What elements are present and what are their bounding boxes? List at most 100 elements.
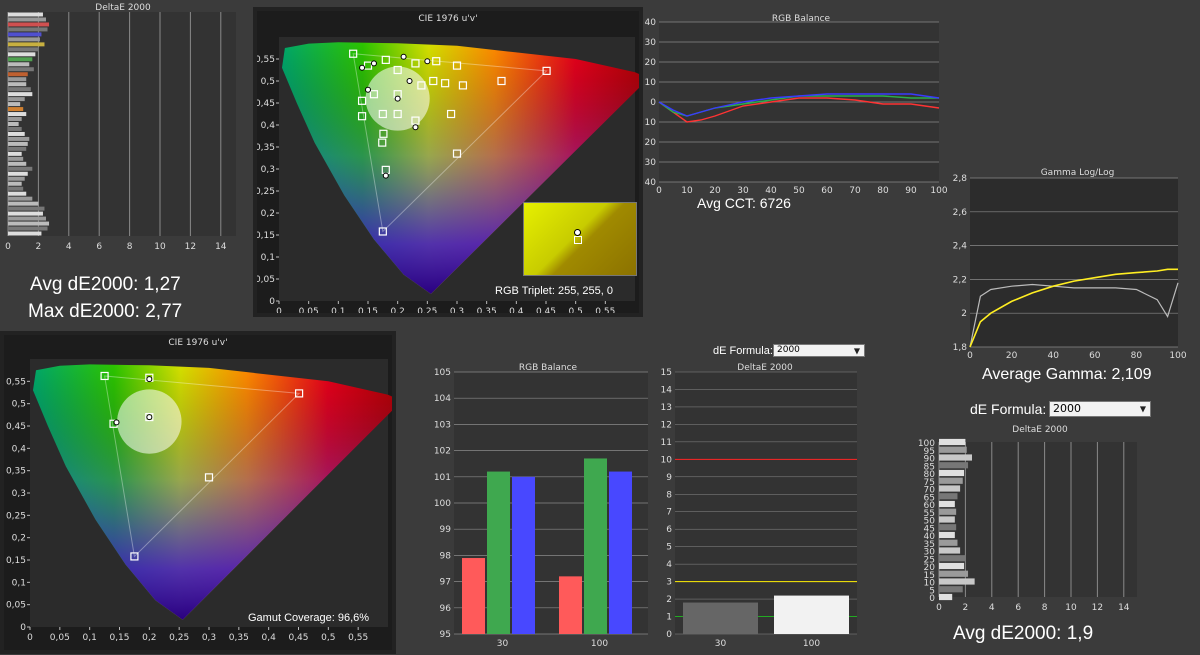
bar bbox=[8, 171, 28, 176]
y-tick-label: 2,2 bbox=[953, 275, 967, 285]
x-tick-label: 0,25 bbox=[417, 307, 437, 313]
plot-area bbox=[675, 372, 857, 634]
y-tick-label: 2 bbox=[961, 309, 967, 319]
bar bbox=[8, 151, 22, 156]
y-tick-label: 0,05 bbox=[257, 275, 275, 285]
deltae-right-chart: 0 2 4 6 8 10 12 1410095908580757065605550454035… bbox=[918, 438, 1137, 613]
x-tick-label: 2 bbox=[963, 603, 969, 613]
y-tick-label: 0 bbox=[269, 297, 275, 307]
target-marker bbox=[382, 172, 389, 179]
y-tick-label: 0,1 bbox=[261, 253, 275, 263]
x-category-label: 100 bbox=[591, 639, 608, 649]
x-tick-label: 0,55 bbox=[595, 307, 615, 313]
bar bbox=[8, 156, 24, 161]
y-tick-label: 7 bbox=[666, 508, 672, 518]
x-tick-label: 0,2 bbox=[391, 307, 405, 313]
y-tick-label: 0,4 bbox=[12, 444, 27, 454]
x-tick-label: 0,25 bbox=[169, 633, 189, 643]
y-tick-label: 0,45 bbox=[6, 422, 26, 432]
avg-cct-text: Avg CCT: 6726 bbox=[697, 195, 791, 211]
bar bbox=[774, 595, 849, 634]
rgb-balance-bottom-chart: 105 104 103 102 101 100 99 98 97 96 95 30 100 bbox=[434, 368, 648, 649]
x-tick-label: 40 bbox=[1047, 351, 1059, 361]
bar bbox=[8, 141, 28, 146]
y-tick-label: 0,35 bbox=[6, 467, 26, 477]
y-tick-label: 104 bbox=[434, 394, 451, 404]
y-tick-label: 0,05 bbox=[6, 601, 26, 611]
max-de2000-text: Max dE2000: 2,77 bbox=[28, 301, 183, 322]
y-tick-label: 103 bbox=[434, 420, 451, 430]
y-tick-label: 14 bbox=[661, 385, 673, 395]
de-formula-select-middle[interactable]: 2000 ▼ bbox=[773, 344, 865, 357]
bar bbox=[8, 196, 33, 201]
x-tick-label: 70 bbox=[849, 186, 861, 196]
target-marker bbox=[113, 419, 120, 426]
bar bbox=[939, 446, 967, 453]
de-formula-value-right: 2000 bbox=[1053, 402, 1081, 415]
gamma-chart: 2,8 2,6 2,4 2,2 2 1,80 20 40 60 80 100 bbox=[953, 174, 1187, 361]
bar bbox=[8, 92, 33, 97]
bar bbox=[8, 161, 27, 166]
bar bbox=[939, 516, 955, 523]
x-category-label: 100 bbox=[803, 639, 820, 649]
bar bbox=[462, 558, 485, 634]
y-tick-label: 95 bbox=[440, 630, 451, 640]
x-tick-label: 0,15 bbox=[109, 633, 129, 643]
x-tick-label: 0,4 bbox=[509, 307, 524, 313]
bar bbox=[559, 576, 582, 634]
target-marker bbox=[146, 376, 153, 383]
y-tick-label: 101 bbox=[434, 473, 451, 483]
x-tick-label: 0,45 bbox=[288, 633, 308, 643]
bar bbox=[939, 500, 955, 508]
x-tick-label: 12 bbox=[185, 242, 196, 252]
y-tick-label: 0,55 bbox=[257, 55, 275, 65]
bar bbox=[8, 112, 27, 117]
bar bbox=[939, 493, 958, 500]
bar bbox=[609, 471, 632, 634]
bar bbox=[8, 136, 30, 141]
de-formula-label-middle: dE Formula: bbox=[713, 345, 773, 357]
bar bbox=[939, 555, 966, 562]
bar bbox=[8, 57, 33, 62]
de-formula-select-right[interactable]: 2000 ▼ bbox=[1049, 401, 1151, 417]
y-tick-label: 0 bbox=[20, 623, 26, 633]
x-tick-label: 10 bbox=[154, 242, 166, 252]
x-tick-label: 90 bbox=[905, 186, 917, 196]
rgb-balance-bottom-panel: RGB Balance 105 104 103 102 101 100 99 98 97 96 95… bbox=[422, 362, 654, 652]
x-tick-label: 0,1 bbox=[83, 633, 97, 643]
y-tick-label: 5 bbox=[666, 543, 672, 553]
x-tick-label: 0 bbox=[936, 603, 942, 613]
bar bbox=[8, 186, 24, 191]
rgb-balance-top-chart: 403020100-10-20-30-400102030405060708090… bbox=[645, 18, 947, 196]
target-marker bbox=[406, 78, 413, 84]
y-tick-label: -40 bbox=[645, 178, 656, 188]
bar bbox=[8, 122, 19, 126]
x-tick-label: 4 bbox=[989, 603, 995, 613]
y-tick-label: 8 bbox=[666, 490, 672, 500]
y-tick-label: 0,1 bbox=[12, 578, 26, 588]
target-marker bbox=[400, 53, 407, 60]
y-tick-label: 100 bbox=[434, 499, 451, 509]
x-tick-label: 0,5 bbox=[321, 633, 335, 643]
target-marker bbox=[412, 124, 419, 131]
y-tick-label: 105 bbox=[434, 368, 451, 378]
y-tick-label: 0,3 bbox=[261, 165, 275, 175]
bar bbox=[939, 469, 965, 477]
x-tick-label: 0,45 bbox=[536, 307, 556, 313]
x-tick-label: 8 bbox=[127, 242, 133, 252]
chevron-down-icon: ▼ bbox=[853, 346, 860, 355]
white-glow bbox=[117, 389, 182, 454]
y-tick-label: 0,45 bbox=[257, 99, 275, 109]
x-tick-label: 0,3 bbox=[202, 633, 216, 643]
bar bbox=[8, 67, 34, 72]
bar bbox=[8, 191, 27, 196]
cie-top-caption: RGB Triplet: 255, 255, 0 bbox=[495, 285, 614, 297]
avg-de2000-right-text: Avg dE2000: 1,9 bbox=[953, 623, 1094, 644]
x-tick-label: 14 bbox=[1118, 603, 1130, 613]
deltae-right-panel: DeltaE 2000 0 2 4 6 8 10 12 14 100 95 90 85 80 75 70 65… bbox=[895, 424, 1145, 619]
y-tick-label: 10 bbox=[645, 78, 656, 88]
target-marker bbox=[359, 64, 366, 71]
y-tick-label: -10 bbox=[645, 118, 656, 128]
x-tick-label: 6 bbox=[1015, 603, 1021, 613]
bar bbox=[8, 221, 50, 226]
